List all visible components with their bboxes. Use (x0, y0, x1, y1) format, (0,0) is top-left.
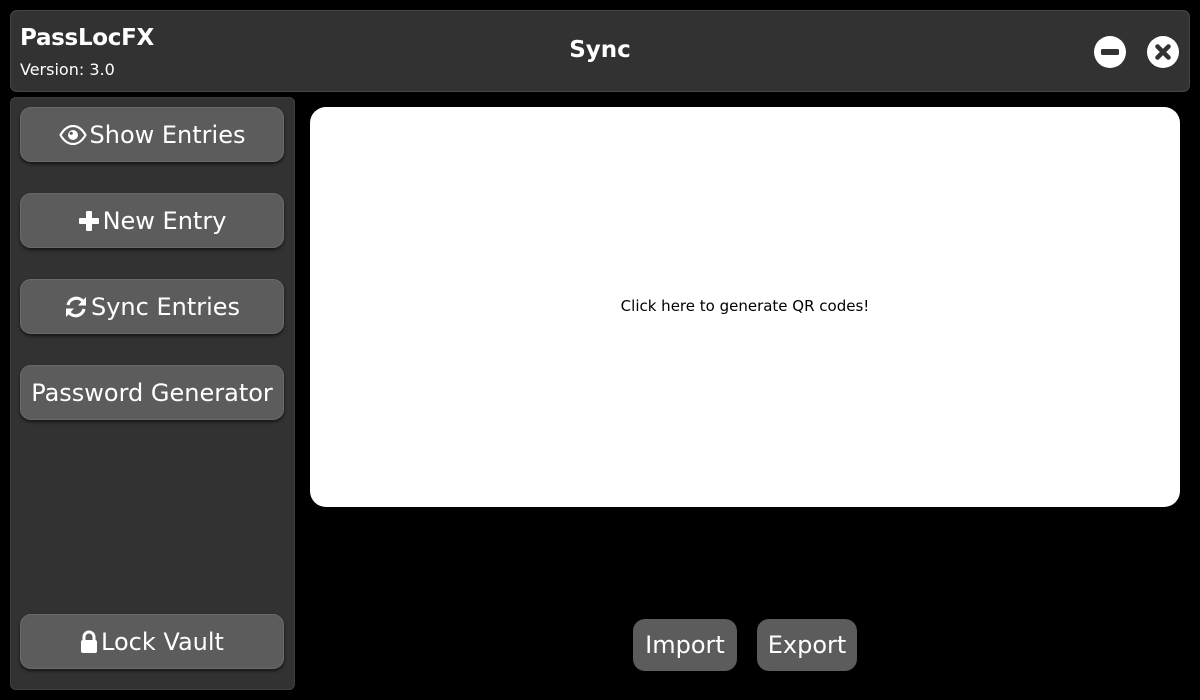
minus-circle-icon (1101, 49, 1119, 55)
sync-entries-label: Sync Entries (90, 292, 241, 321)
lock-vault-button[interactable]: Lock Vault (20, 614, 284, 669)
lock-icon (80, 630, 98, 654)
plus-icon (78, 210, 100, 232)
sync-icon (64, 295, 88, 319)
show-entries-label: Show Entries (89, 120, 246, 149)
password-generator-button[interactable]: Password Generator (20, 365, 284, 420)
minimize-button[interactable] (1094, 36, 1126, 68)
show-entries-button[interactable]: Show Entries (20, 107, 284, 162)
close-button[interactable] (1147, 36, 1179, 68)
eye-icon (58, 124, 87, 145)
qr-generate-area[interactable]: Click here to generate QR codes! (310, 107, 1180, 507)
title-bar: PassLocFX Version: 3.0 Sync (10, 10, 1190, 92)
export-button[interactable]: Export (757, 619, 857, 671)
new-entry-label: New Entry (102, 206, 227, 235)
sidebar: Show Entries New Entry Sync Entries Pass… (10, 97, 295, 690)
password-generator-label: Password Generator (31, 378, 273, 407)
page-title: Sync (569, 37, 631, 63)
sync-entries-button[interactable]: Sync Entries (20, 279, 284, 334)
new-entry-button[interactable]: New Entry (20, 193, 284, 248)
x-circle-icon (1155, 44, 1171, 60)
app-window: PassLocFX Version: 3.0 Sync Show Entries (0, 0, 1200, 700)
lock-vault-label: Lock Vault (101, 627, 224, 656)
import-button[interactable]: Import (633, 619, 737, 671)
qr-prompt-text: Click here to generate QR codes! (620, 297, 870, 315)
